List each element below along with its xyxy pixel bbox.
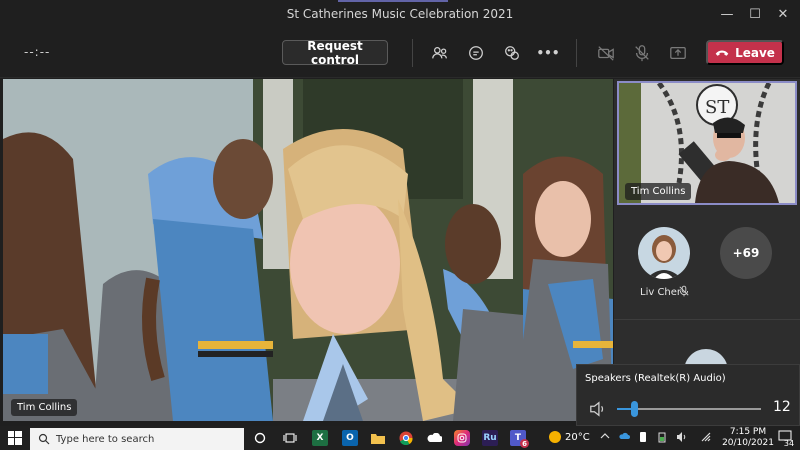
main-video-feed[interactable]: Tim Collins (3, 79, 613, 421)
mic-off-icon[interactable] (630, 41, 654, 65)
close-button[interactable]: ✕ (770, 4, 796, 24)
meeting-toolbar: --:-- Request control ••• Leave (0, 29, 800, 78)
volume-slider-track[interactable] (617, 408, 761, 410)
minimize-button[interactable]: — (714, 4, 740, 24)
file-explorer-icon[interactable] (370, 430, 386, 446)
volume-slider-thumb[interactable] (631, 401, 639, 417)
volume-icon[interactable] (676, 431, 688, 446)
sun-icon (549, 431, 561, 443)
reactions-icon[interactable] (500, 41, 524, 65)
pip-video-feed[interactable]: ST Tim Collins (617, 81, 797, 205)
title-bar: St Catherines Music Celebration 2021 — ☐… (0, 0, 800, 29)
pip-name-tag: Tim Collins (625, 183, 692, 200)
panel-divider (614, 319, 800, 320)
notification-center-icon[interactable]: 34 (776, 430, 795, 448)
chevron-up-icon[interactable] (600, 431, 610, 444)
clock-date: 20/10/2021 (722, 438, 774, 448)
meeting-timer: --:-- (24, 45, 51, 59)
speaker-device-label: Speakers (Realtek(R) Audio) (585, 373, 726, 384)
outlook-icon[interactable]: O (342, 430, 358, 446)
search-placeholder: Type here to search (56, 433, 155, 445)
main-video-name-tag: Tim Collins (11, 399, 78, 416)
taskbar-clock[interactable]: 7:15 PM 20/10/2021 (720, 427, 776, 449)
video-frame-image (3, 79, 613, 421)
notification-count: 34 (783, 439, 795, 448)
maximize-button[interactable]: ☐ (742, 4, 768, 24)
toolbar-divider (412, 39, 413, 67)
participant-name: Liv Cher (640, 287, 682, 298)
window-title: St Catherines Music Celebration 2021 (286, 7, 514, 21)
speaker-icon[interactable] (589, 401, 607, 417)
instagram-icon[interactable] (454, 430, 470, 446)
network-icon[interactable] (700, 431, 712, 446)
avatar-image (638, 227, 690, 279)
teams-badge: 6 (520, 439, 529, 448)
chrome-icon[interactable] (398, 430, 414, 446)
volume-value: 12 (773, 399, 791, 415)
speaker-volume-popup: Speakers (Realtek(R) Audio) 12 (576, 364, 800, 426)
share-icon[interactable] (666, 41, 690, 65)
weather-temp: 20°C (565, 431, 590, 443)
toolbar-divider-2 (576, 39, 577, 67)
title-accent-line (338, 0, 448, 2)
cortana-icon[interactable] (252, 430, 268, 446)
windows-start-icon[interactable] (8, 431, 22, 445)
task-view-icon[interactable] (282, 430, 298, 446)
onedrive-icon[interactable] (426, 430, 442, 446)
phone-icon (715, 50, 729, 56)
tray-phone-icon[interactable] (638, 431, 648, 446)
search-icon (38, 433, 50, 445)
battery-icon[interactable] (656, 431, 668, 446)
windows-taskbar: Type here to search X O Ru T 6 20°C 7:15… (0, 426, 800, 450)
liv-cher-avatar[interactable] (638, 227, 690, 279)
svg-text:ST: ST (705, 97, 729, 118)
chat-icon[interactable] (464, 41, 488, 65)
people-icon[interactable] (428, 41, 452, 65)
clock-time: 7:15 PM (729, 427, 767, 437)
premiere-rush-icon[interactable]: Ru (482, 430, 498, 446)
taskbar-search-box[interactable]: Type here to search (30, 428, 244, 450)
teams-icon[interactable]: T 6 (510, 430, 529, 448)
leave-label: Leave (735, 45, 775, 60)
leave-button[interactable]: Leave (706, 40, 784, 65)
excel-icon[interactable]: X (312, 430, 328, 446)
tray-cloud-icon[interactable] (618, 431, 630, 444)
more-options-icon[interactable]: ••• (536, 41, 560, 65)
participant-mic-off-icon (679, 285, 689, 297)
more-participants-button[interactable]: +69 (720, 227, 772, 279)
camera-off-icon[interactable] (594, 41, 618, 65)
weather-widget[interactable]: 20°C (549, 431, 590, 443)
request-control-button[interactable]: Request control (282, 39, 388, 67)
